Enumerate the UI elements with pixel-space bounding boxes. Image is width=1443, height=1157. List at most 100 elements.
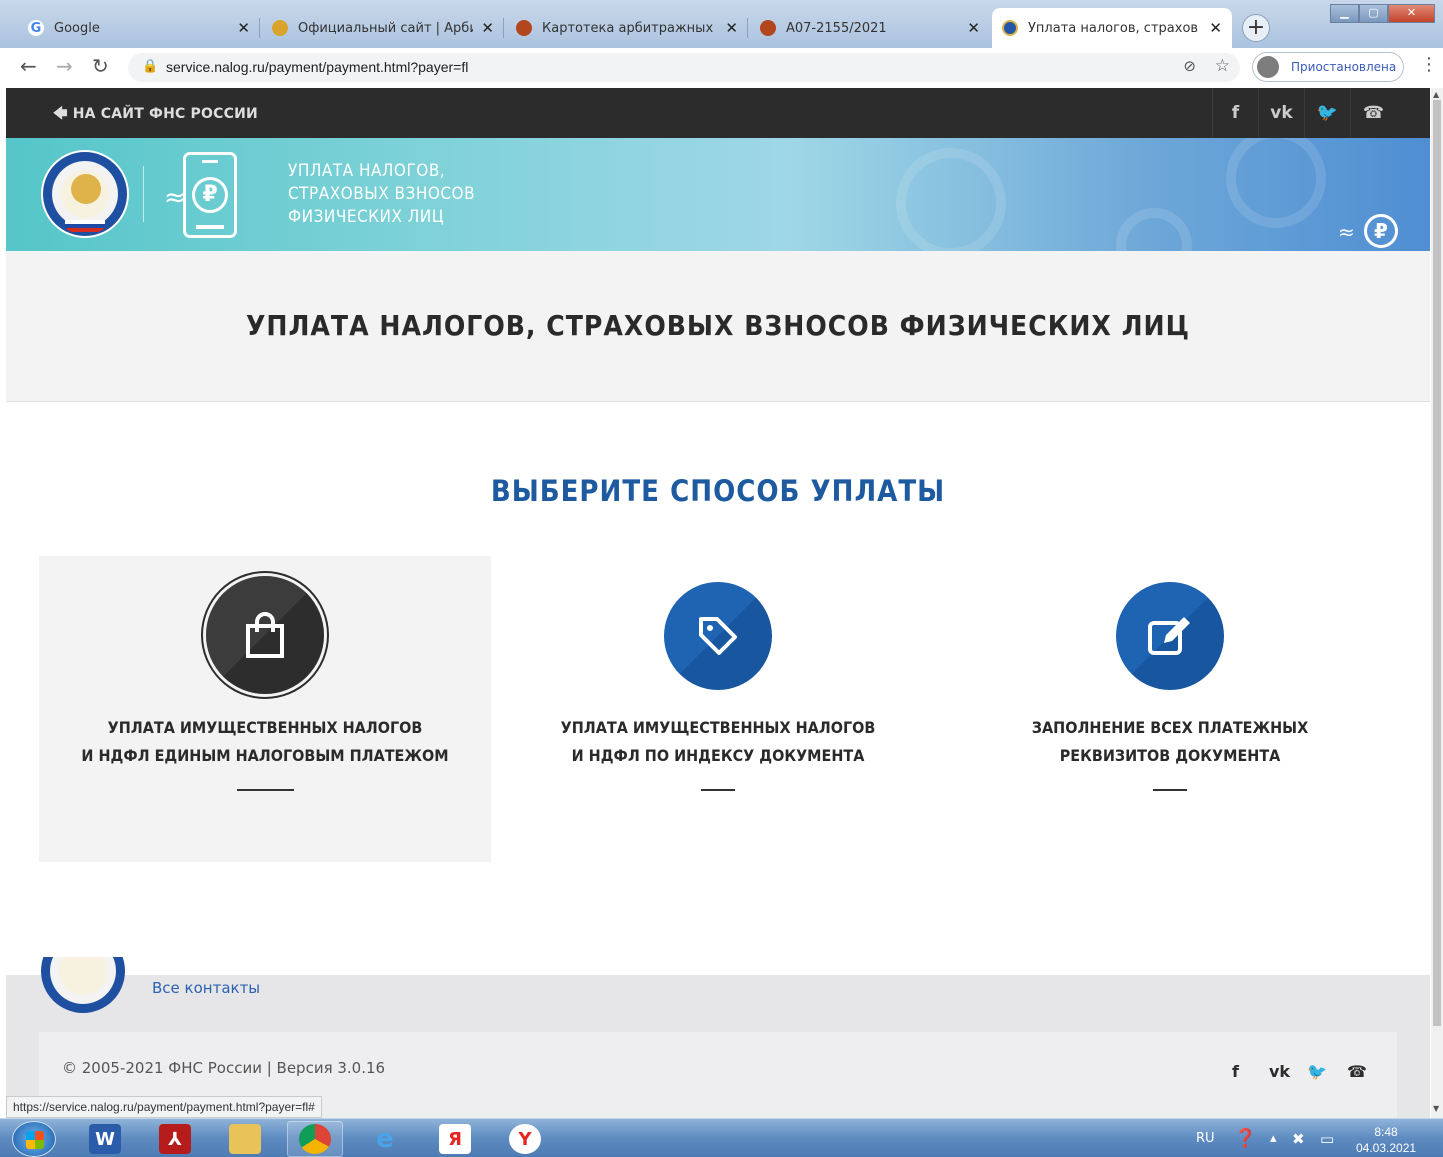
minimize-button[interactable]: ▁ [1330,4,1359,23]
close-window-button[interactable]: ✕ [1388,4,1435,23]
start-button[interactable] [12,1121,56,1157]
option-document-index[interactable]: УПЛАТА ИМУЩЕСТВЕННЫХ НАЛОГОВ И НДФЛ ПО И… [492,556,944,862]
window-controls: ▁ ▢ ✕ [1330,4,1435,23]
banner-title: УПЛАТА НАЛОГОВ, СТРАХОВЫХ ВЗНОСОВ ФИЗИЧЕ… [288,161,476,227]
ruble-icon: ₽ [1364,214,1398,248]
taskbar-ie[interactable]: e [357,1121,413,1157]
windows-taskbar: W ⅄ e Я Y RU ❓ ▴ ✖ ▭ 8:48 04.03.2021 [0,1118,1443,1157]
site-banner: ≈ ₽ УПЛАТА НАЛОГОВ, СТРАХОВЫХ ВЗНОСОВ ФИ… [6,138,1430,251]
option-fill-requisites[interactable]: ЗАПОЛНЕНИЕ ВСЕХ ПЛАТЕЖНЫХ РЕКВИЗИТОВ ДОК… [944,556,1396,862]
url-text[interactable]: service.nalog.ru/payment/payment.html?pa… [166,59,468,75]
yandex-browser-icon: Y [509,1124,541,1154]
vk-icon[interactable]: vk [1269,1062,1290,1081]
avatar [1257,56,1279,78]
maximize-button[interactable]: ▢ [1359,4,1388,23]
forward-arrow-icon[interactable]: → [56,54,73,78]
edit-icon [1148,617,1190,655]
taskbar-yandex[interactable]: Я [427,1121,483,1157]
scroll-up-icon[interactable]: ▲ [1433,90,1439,99]
scroll-down-icon[interactable]: ▼ [1433,1104,1439,1113]
taskbar-acrobat[interactable]: ⅄ [147,1121,203,1157]
antivirus-icon[interactable]: ✖ [1292,1119,1305,1157]
close-tab-icon[interactable]: ✕ [725,19,738,37]
back-to-fns-link[interactable]: 🡄 НА САЙТ ФНС РОССИИ [53,103,258,127]
twitter-icon[interactable]: 🐦 [1307,1062,1327,1081]
shopping-bag-icon [246,612,284,658]
vk-icon[interactable]: vk [1258,88,1304,138]
facebook-icon[interactable]: f [1212,88,1258,138]
tag-icon [699,617,737,655]
new-tab-button[interactable]: + [1242,14,1270,42]
language-indicator[interactable]: RU [1196,1119,1215,1157]
google-icon: G [28,20,44,36]
taskbar-explorer[interactable] [217,1121,273,1157]
page-scrollbar[interactable]: ▲ ▼ [1431,88,1443,1118]
option-label[interactable]: УПЛАТА ИМУЩЕСТВЕННЫХ НАЛОГОВ И НДФЛ ЕДИН… [39,714,491,770]
address-bar[interactable]: 🔒 service.nalog.ru/payment/payment.html?… [128,53,1240,82]
reload-icon[interactable]: ↻ [92,54,109,78]
help-icon[interactable]: ❓ [1234,1119,1256,1157]
system-clock[interactable]: 8:48 04.03.2021 [1356,1124,1416,1156]
browser-menu-icon[interactable]: ⋮ [1420,54,1438,75]
taskbar-word[interactable]: W [77,1121,133,1157]
close-tab-icon[interactable]: ✕ [237,19,250,37]
option-dash [1153,789,1187,791]
waves-icon: ≈ [1338,220,1355,244]
close-tab-icon[interactable]: ✕ [967,19,980,37]
eagle-icon [71,174,101,204]
back-arrow-icon[interactable]: ← [20,54,37,78]
close-tab-icon[interactable]: ✕ [1209,19,1222,37]
page-title: УПЛАТА НАЛОГОВ, СТРАХОВЫХ ВЗНОСОВ ФИЗИЧЕ… [246,309,1190,342]
fns-icon [1002,20,1018,36]
profile-button[interactable]: Приостановлена [1252,52,1404,82]
browser-toolbar: ← → ↻ 🔒 service.nalog.ru/payment/payment… [0,48,1443,88]
option-dash [701,789,735,791]
tray-expand-icon[interactable]: ▴ [1270,1119,1277,1157]
word-icon: W [89,1124,121,1154]
ruble-watermark-icon [1116,208,1192,251]
facebook-icon[interactable]: f [1232,1062,1239,1081]
title-band: УПЛАТА НАЛОГОВ, СТРАХОВЫХ ВЗНОСОВ ФИЗИЧЕ… [6,251,1430,402]
option-dash [237,789,294,791]
option-icon-circle[interactable] [206,576,324,694]
ruble-watermark-icon [896,148,1006,251]
browser-tab-strip: G Google ✕ Официальный сайт | Арбит ✕ Ка… [0,0,1443,50]
option-label[interactable]: ЗАПОЛНЕНИЕ ВСЕХ ПЛАТЕЖНЫХ РЕКВИЗИТОВ ДОК… [944,714,1396,770]
option-icon-circle[interactable] [664,582,772,690]
phone-icon[interactable]: ☎ [1350,88,1396,138]
yandex-icon: Я [439,1124,471,1154]
chrome-icon [299,1124,331,1154]
phone-icon[interactable]: ☎ [1347,1062,1367,1081]
eye-off-icon[interactable]: ⊘ [1183,57,1196,75]
ruble-watermark-icon [1226,138,1326,228]
bookmark-star-icon[interactable]: ☆ [1215,56,1230,76]
acrobat-icon: ⅄ [159,1124,191,1154]
option-icon-circle[interactable] [1116,582,1224,690]
lock-icon[interactable]: 🔒 [142,59,158,74]
flag-icon [65,220,105,232]
option-label[interactable]: УПЛАТА ИМУЩЕСТВЕННЫХ НАЛОГОВ И НДФЛ ПО И… [492,714,944,770]
scrollbar-thumb[interactable] [1433,100,1441,1026]
copyright-version: © 2005-2021 ФНС России | Версия 3.0.16 [62,1059,386,1077]
all-contacts-link[interactable]: Все контакты [152,979,260,997]
site-topbar: 🡄 НА САЙТ ФНС РОССИИ f vk 🐦 ☎ [6,88,1430,138]
tab-case-number[interactable]: А07-2155/2021 ✕ [750,8,990,48]
tab-google[interactable]: G Google ✕ [18,8,260,48]
footer-emblem-logo [41,957,125,1013]
network-icon[interactable]: ▭ [1320,1119,1334,1157]
banner-divider [143,166,144,222]
tab-kad-arbitr[interactable]: Картотека арбитражных де ✕ [506,8,748,48]
tab-payment-active[interactable]: Уплата налогов, страховых ✕ [992,8,1232,48]
fns-emblem-logo[interactable] [41,150,129,238]
taskbar-chrome[interactable] [287,1121,343,1157]
option-single-payment[interactable]: УПЛАТА ИМУЩЕСТВЕННЫХ НАЛОГОВ И НДФЛ ЕДИН… [39,556,491,862]
twitter-icon[interactable]: 🐦 [1304,88,1350,138]
tab-arbitr-official[interactable]: Официальный сайт | Арбит ✕ [262,8,504,48]
taskbar-yandex-browser[interactable]: Y [497,1121,553,1157]
page-viewport: 🡄 НА САЙТ ФНС РОССИИ f vk 🐦 ☎ ≈ ₽ УПЛАТА… [6,88,1430,1118]
folder-icon [229,1124,261,1154]
profile-status: Приостановлена [1291,60,1397,74]
close-tab-icon[interactable]: ✕ [481,19,494,37]
choose-method-heading: ВЫБЕРИТЕ СПОСОБ УПЛАТЫ [490,474,946,508]
status-bar-url: https://service.nalog.ru/payment/payment… [6,1096,322,1118]
